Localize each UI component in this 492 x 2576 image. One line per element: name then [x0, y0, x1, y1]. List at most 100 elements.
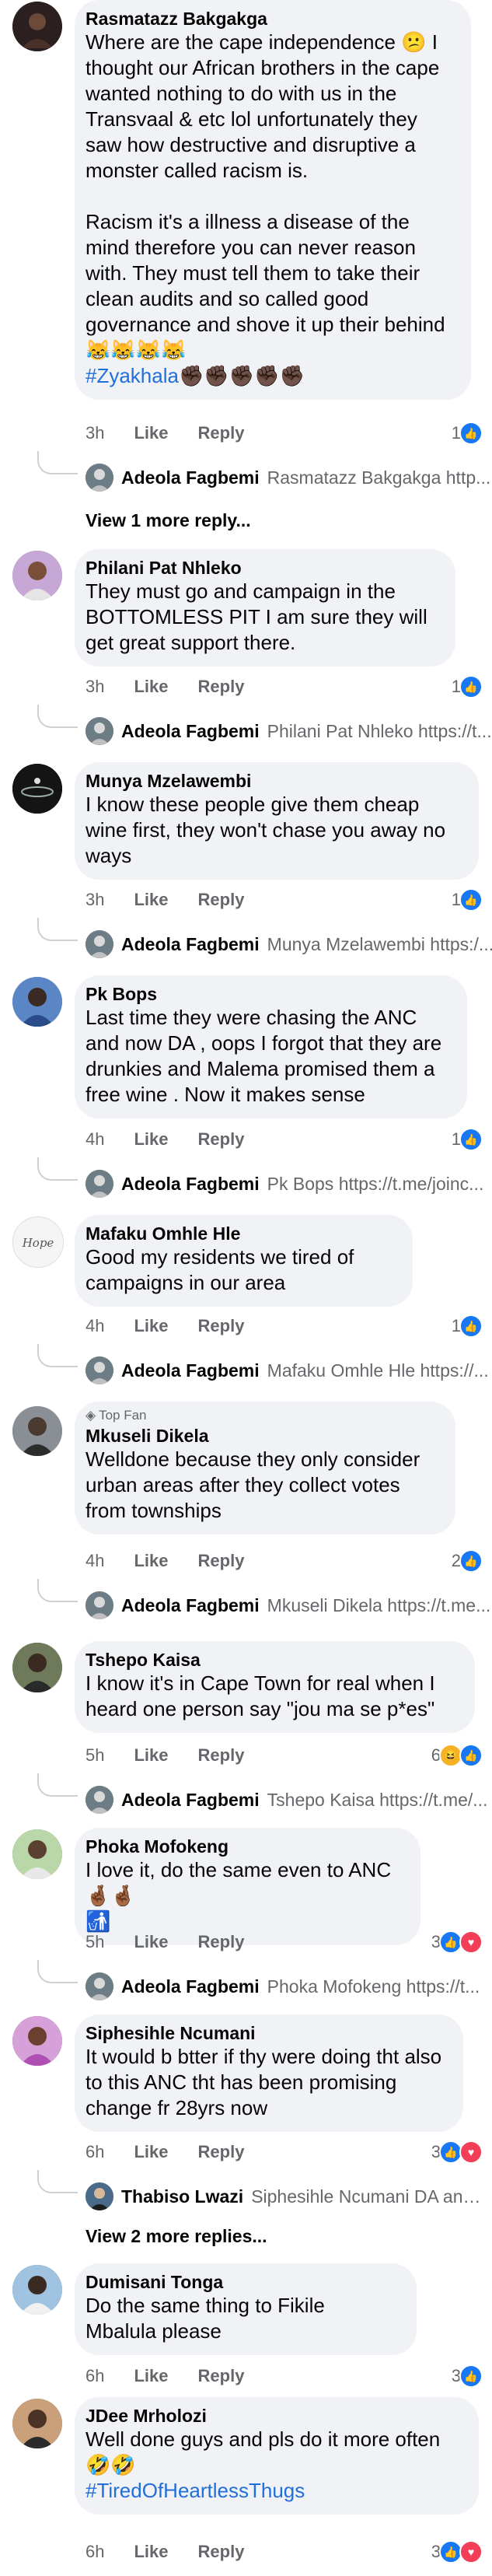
like-button[interactable]: Like: [134, 2142, 168, 2162]
reaction-summary[interactable]: 1 👍: [452, 422, 483, 445]
reply-button[interactable]: Reply: [198, 1316, 245, 1336]
reaction-summary[interactable]: 1 👍: [452, 675, 483, 698]
like-button[interactable]: Like: [134, 423, 168, 443]
avatar[interactable]: [12, 2265, 62, 2315]
like-button[interactable]: Like: [134, 1932, 168, 1952]
reply-author[interactable]: Adeola Fagbemi: [121, 721, 260, 742]
comment-time[interactable]: 3h: [85, 890, 104, 910]
avatar[interactable]: [12, 764, 62, 814]
reply-button[interactable]: Reply: [198, 1551, 245, 1571]
reply-author[interactable]: Thabiso Lwazi: [121, 2186, 243, 2207]
avatar[interactable]: [12, 2399, 62, 2448]
comment-author[interactable]: Pk Bops: [85, 983, 448, 1005]
reply-preview[interactable]: Adeola Fagbemi Phoka Mofokeng https://t.…: [85, 1972, 480, 2000]
reaction-summary[interactable]: 3 👍 ♥: [431, 1930, 483, 1954]
reply-button[interactable]: Reply: [198, 2542, 245, 2562]
comment-author[interactable]: Rasmatazz Bakgakga: [85, 8, 452, 30]
comment-bubble: Dumisani Tonga Do the same thing to Fiki…: [75, 2263, 417, 2355]
like-reaction-icon: 👍: [459, 422, 483, 445]
like-button[interactable]: Like: [134, 1129, 168, 1150]
reply-author[interactable]: Adeola Fagbemi: [121, 1790, 260, 1811]
comment-author[interactable]: Munya Mzelawembi: [85, 770, 460, 792]
comment-time[interactable]: 5h: [85, 1932, 104, 1952]
comment-author[interactable]: Phoka Mofokeng: [85, 1836, 402, 1857]
hashtag-link[interactable]: #Zyakhala: [85, 364, 179, 387]
reply-snippet: Tshepo Kaisa https://t.me/...: [267, 1789, 488, 1810]
reply-preview[interactable]: Adeola Fagbemi Tshepo Kaisa https://t.me…: [85, 1786, 487, 1814]
like-button[interactable]: Like: [134, 677, 168, 697]
like-button[interactable]: Like: [134, 890, 168, 910]
comment-author[interactable]: Siphesihle Ncumani: [85, 2022, 445, 2044]
reply-button[interactable]: Reply: [198, 677, 245, 697]
comment-text: Welldone because they only consider urba…: [85, 1447, 426, 1522]
comment-author[interactable]: Mafaku Omhle Hle: [85, 1223, 394, 1244]
comment-time[interactable]: 6h: [85, 2542, 104, 2562]
comment-time[interactable]: 6h: [85, 2142, 104, 2162]
love-reaction-icon: ♥: [459, 1930, 483, 1954]
comment-time[interactable]: 6h: [85, 2366, 104, 2386]
like-button[interactable]: Like: [134, 1745, 168, 1766]
like-button[interactable]: Like: [134, 2366, 168, 2386]
reaction-summary[interactable]: 3 👍 ♥: [431, 2140, 483, 2164]
comment-text: I know it's in Cape Town for real when I…: [85, 1671, 441, 1720]
like-button[interactable]: Like: [134, 1551, 168, 1571]
comment-time[interactable]: 3h: [85, 677, 104, 697]
reply-button[interactable]: Reply: [198, 1129, 245, 1150]
reaction-summary[interactable]: 3 👍 ♥: [431, 2540, 483, 2564]
like-button[interactable]: Like: [134, 1316, 168, 1336]
reaction-summary[interactable]: 2 👍: [452, 1549, 483, 1573]
avatar: [85, 1972, 113, 2000]
reply-author[interactable]: Adeola Fagbemi: [121, 467, 260, 488]
view-more-replies-link[interactable]: View 1 more reply...: [85, 510, 251, 531]
emoji-suffix: ✊🏿✊🏿✊🏿✊🏿✊🏿: [178, 364, 305, 387]
avatar[interactable]: [12, 2016, 62, 2066]
avatar[interactable]: [12, 2, 62, 51]
reply-button[interactable]: Reply: [198, 1745, 245, 1766]
reaction-summary[interactable]: 3 👍: [452, 2364, 483, 2388]
reaction-summary[interactable]: 1 👍: [452, 888, 483, 912]
reply-author[interactable]: Adeola Fagbemi: [121, 1976, 260, 1997]
avatar[interactable]: [12, 1643, 62, 1692]
reply-button[interactable]: Reply: [198, 2142, 245, 2162]
comment-author[interactable]: Tshepo Kaisa: [85, 1649, 456, 1671]
reaction-summary[interactable]: 1 👍: [452, 1314, 483, 1338]
hashtag-link[interactable]: #TiredOfHeartlessThugs: [85, 2479, 305, 2502]
avatar[interactable]: [12, 1406, 62, 1456]
comment-time[interactable]: 5h: [85, 1745, 104, 1766]
reply-button[interactable]: Reply: [198, 423, 245, 443]
reply-preview[interactable]: Adeola Fagbemi Munya Mzelawembi https:/.…: [85, 930, 492, 958]
reply-author[interactable]: Adeola Fagbemi: [121, 1360, 260, 1381]
comment-bubble: Munya Mzelawembi I know these people giv…: [75, 762, 479, 880]
comment-author[interactable]: Philani Pat Nhleko: [85, 557, 437, 579]
comment-actions: 3h Like Reply: [85, 677, 244, 697]
comment-bubble: Philani Pat Nhleko They must go and camp…: [75, 549, 455, 667]
reply-preview[interactable]: Adeola Fagbemi Pk Bops https://t.me/join…: [85, 1170, 483, 1198]
like-button[interactable]: Like: [134, 2542, 168, 2562]
reply-button[interactable]: Reply: [198, 1932, 245, 1952]
reply-author[interactable]: Adeola Fagbemi: [121, 1595, 260, 1616]
comment-text: Good my residents we tired of campaigns …: [85, 1245, 360, 1294]
reaction-summary[interactable]: 6 😆 👍: [431, 1744, 483, 1767]
reply-preview[interactable]: Adeola Fagbemi Rasmatazz Bakgakga http..…: [85, 464, 490, 492]
comment-time[interactable]: 4h: [85, 1551, 104, 1571]
reply-button[interactable]: Reply: [198, 2366, 245, 2386]
avatar[interactable]: [12, 551, 62, 600]
comment-author[interactable]: Mkuseli Dikela: [85, 1425, 437, 1447]
avatar[interactable]: [12, 977, 62, 1027]
reply-preview[interactable]: Adeola Fagbemi Philani Pat Nhleko https:…: [85, 717, 492, 745]
comment-author[interactable]: JDee Mrholozi: [85, 2405, 460, 2427]
comment-author[interactable]: Dumisani Tonga: [85, 2271, 398, 2293]
reaction-summary[interactable]: 1 👍: [452, 1128, 483, 1151]
view-more-replies-link[interactable]: View 2 more replies...: [85, 2226, 267, 2247]
comment-time[interactable]: 4h: [85, 1129, 104, 1150]
comment-time[interactable]: 3h: [85, 423, 104, 443]
reply-button[interactable]: Reply: [198, 890, 245, 910]
reply-preview[interactable]: Thabiso Lwazi Siphesihle Ncumani DA and.…: [85, 2182, 484, 2210]
reply-preview[interactable]: Adeola Fagbemi Mkuseli Dikela https://t.…: [85, 1591, 490, 1619]
comment-time[interactable]: 4h: [85, 1316, 104, 1336]
avatar[interactable]: Hope: [12, 1216, 64, 1268]
reply-preview[interactable]: Adeola Fagbemi Mafaku Omhle Hle https://…: [85, 1356, 489, 1384]
reply-author[interactable]: Adeola Fagbemi: [121, 934, 260, 955]
reply-author[interactable]: Adeola Fagbemi: [121, 1174, 260, 1195]
avatar[interactable]: [12, 1829, 62, 1879]
